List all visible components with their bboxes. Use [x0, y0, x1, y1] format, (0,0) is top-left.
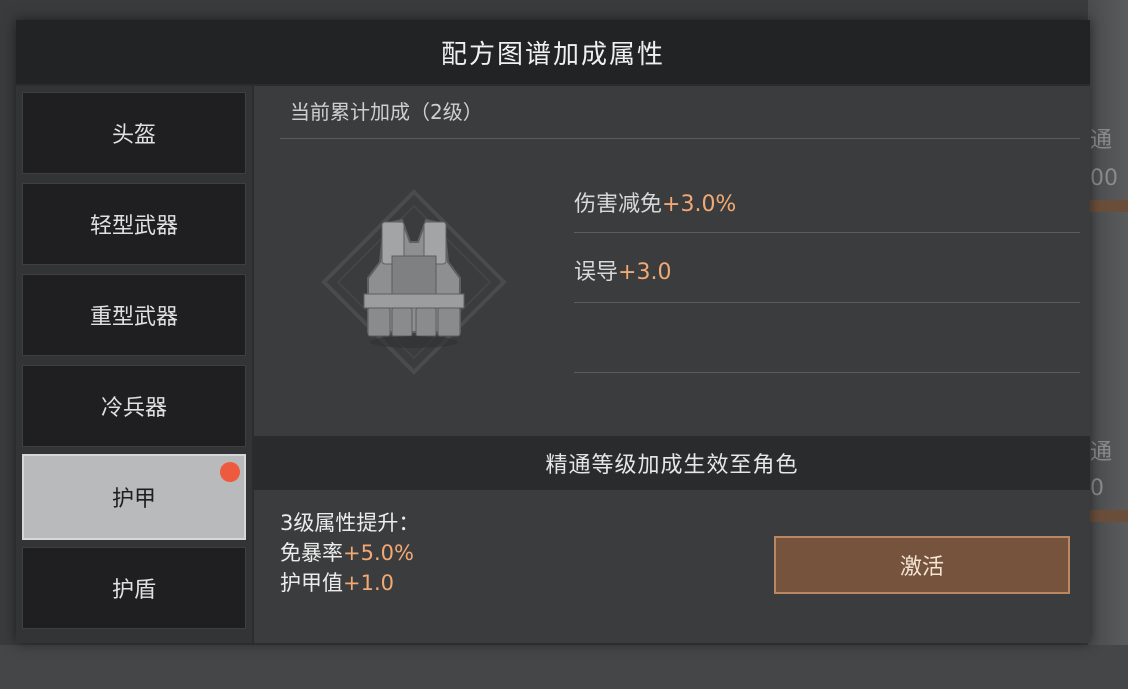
sidebar-item-heavy-weapons[interactable]: 重型武器 — [22, 274, 246, 356]
sidebar-item-label: 轻型武器 — [89, 214, 178, 239]
sidebar-item-label: 护甲 — [111, 487, 156, 512]
attribute-name: 护甲值 — [280, 571, 343, 595]
attribute-name: 伤害减免 — [574, 192, 663, 217]
attribute-value: +5.0% — [343, 541, 414, 565]
attribute-value: +3.0 — [618, 260, 672, 285]
background-text: 通 — [1090, 128, 1113, 153]
sidebar-item-light-weapons[interactable]: 轻型武器 — [22, 183, 246, 265]
category-sidebar: 头盔 轻型武器 重型武器 冷兵器 护甲 护盾 — [16, 86, 252, 643]
sidebar-item-label: 冷兵器 — [100, 396, 167, 421]
background-text: 通 — [1090, 440, 1113, 465]
next-level-heading: 3级属性提升： — [280, 511, 420, 535]
current-attribute: 伤害减免+3.0% — [574, 186, 736, 218]
sidebar-item-shield[interactable]: 护盾 — [22, 547, 246, 629]
background-bar — [1088, 510, 1128, 522]
divider — [574, 232, 1080, 233]
current-attribute: 误导+3.0 — [574, 254, 671, 286]
attribute-value: +3.0% — [662, 192, 737, 217]
attribute-value: +1.0 — [343, 571, 394, 595]
sidebar-item-armor[interactable]: 护甲 — [22, 454, 246, 540]
notification-dot-icon — [220, 462, 240, 482]
panel-title: 配方图谱加成属性 — [16, 20, 1090, 84]
divider — [574, 302, 1080, 303]
sidebar-item-melee[interactable]: 冷兵器 — [22, 365, 246, 447]
sidebar-item-label: 重型武器 — [89, 305, 178, 330]
attribute-name: 误导 — [574, 260, 619, 285]
activate-button[interactable]: 激活 — [774, 536, 1070, 594]
background-bar — [1088, 200, 1128, 212]
sidebar-item-label: 头盔 — [111, 123, 156, 148]
next-level-attribute: 护甲值+1.0 — [280, 568, 419, 598]
recipe-bonus-panel: 配方图谱加成属性 头盔 轻型武器 重型武器 冷兵器 护甲 护盾 当前累计加成（2… — [16, 20, 1090, 643]
body-armor-vest-icon — [314, 182, 514, 382]
bonus-content: 当前累计加成（2级） 伤害减免+3.0% 误导+3.0 精通等级加成生效至角色 … — [254, 86, 1090, 643]
next-level-attribute: 免暴率+5.0% — [280, 538, 419, 568]
sidebar-item-helmet[interactable]: 头盔 — [22, 92, 246, 174]
background-text: 00 — [1090, 166, 1118, 191]
background-bottom — [0, 645, 1128, 689]
divider — [280, 138, 1080, 139]
current-bonus-title: 当前累计加成（2级） — [290, 100, 483, 124]
background-layer: 通 00 通 0 — [1088, 0, 1128, 689]
sidebar-item-label: 护盾 — [111, 578, 156, 603]
attribute-name: 免暴率 — [280, 541, 343, 565]
background-text: 0 — [1090, 476, 1104, 501]
next-level-bonus: 3级属性提升： 免暴率+5.0% 护甲值+1.0 — [280, 508, 419, 598]
divider — [574, 372, 1080, 373]
mastery-banner: 精通等级加成生效至角色 — [254, 436, 1090, 490]
